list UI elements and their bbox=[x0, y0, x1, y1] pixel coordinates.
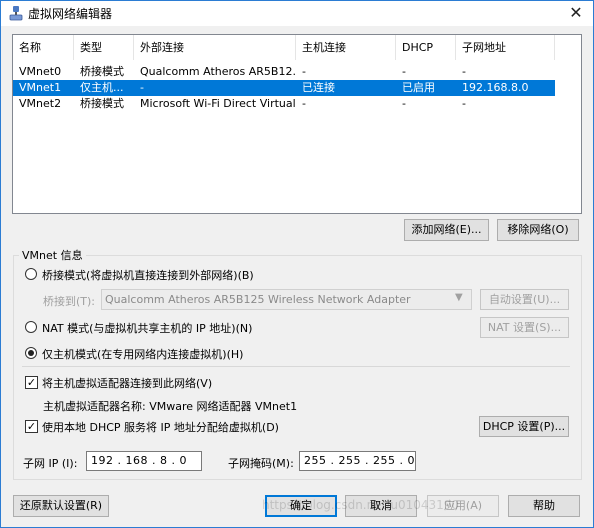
cell-host: - bbox=[302, 97, 306, 110]
use-dhcp-label[interactable]: 使用本地 DHCP 服务将 IP 地址分配给虚拟机(D) bbox=[42, 419, 279, 435]
subnet-mask-input[interactable]: 255 . 255 . 255 . 0 bbox=[299, 451, 416, 471]
subnet-ip-input[interactable]: 192 . 168 . 8 . 0 bbox=[86, 451, 202, 471]
cell-type: 桥接模式 bbox=[80, 97, 124, 110]
subnet-mask-label: 子网掩码(M): bbox=[228, 457, 294, 470]
cell-external: Microsoft Wi-Fi Direct Virtual... bbox=[140, 97, 296, 110]
cell-subnet: 192.168.8.0 bbox=[462, 81, 529, 94]
auto-settings-button[interactable]: 自动设置(U)... bbox=[480, 289, 569, 310]
bridge-to-label: 桥接到(T): bbox=[43, 295, 96, 308]
cell-dhcp: - bbox=[402, 97, 406, 110]
vmware-network-icon bbox=[9, 5, 23, 21]
subnet-ip-label: 子网 IP (I): bbox=[23, 457, 78, 470]
table-row[interactable]: VMnet2 桥接模式 Microsoft Wi-Fi Direct Virtu… bbox=[13, 96, 555, 112]
restore-defaults-button[interactable]: 还原默认设置(R) bbox=[13, 495, 109, 517]
close-icon[interactable]: ✕ bbox=[562, 2, 590, 24]
cell-host: - bbox=[302, 65, 306, 78]
column-header-type[interactable]: 类型 bbox=[74, 35, 134, 60]
cell-name: VMnet1 bbox=[19, 81, 62, 94]
cell-name: VMnet2 bbox=[19, 97, 62, 110]
remove-network-button[interactable]: 移除网络(O) bbox=[497, 219, 579, 241]
adapter-name-text: 主机虚拟适配器名称: VMware 网络适配器 VMnet1 bbox=[43, 400, 298, 413]
column-header-dhcp[interactable]: DHCP bbox=[396, 35, 456, 60]
watermark: https://blog.csdn.net/u01043190 bbox=[262, 498, 460, 512]
table-row-selected[interactable]: VMnet1 仅主机... - 已连接 已启用 192.168.8.0 bbox=[13, 80, 555, 96]
column-header-host[interactable]: 主机连接 bbox=[296, 35, 396, 60]
chevron-down-icon: ▼ bbox=[455, 292, 463, 303]
bridged-mode-label[interactable]: 桥接模式(将虚拟机直接连接到外部网络)(B) bbox=[42, 267, 254, 283]
cell-external: - bbox=[140, 81, 144, 94]
nat-mode-label[interactable]: NAT 模式(与虚拟机共享主机的 IP 地址)(N) bbox=[42, 320, 252, 336]
network-list[interactable]: 名称 类型 外部连接 主机连接 DHCP 子网地址 VMnet0 桥接模式 Qu… bbox=[12, 34, 582, 214]
dhcp-settings-button[interactable]: DHCP 设置(P)... bbox=[479, 416, 569, 437]
connect-adapter-checkbox[interactable]: ✓ bbox=[25, 376, 38, 389]
column-header-external[interactable]: 外部连接 bbox=[134, 35, 296, 60]
window-title: 虚拟网络编辑器 bbox=[28, 7, 113, 21]
cell-type: 桥接模式 bbox=[80, 65, 124, 78]
cell-external: Qualcomm Atheros AR5B12... bbox=[140, 65, 296, 78]
connect-adapter-label[interactable]: 将主机虚拟适配器连接到此网络(V) bbox=[42, 375, 212, 391]
host-only-radio[interactable] bbox=[25, 347, 37, 359]
cell-subnet: - bbox=[462, 97, 466, 110]
cell-dhcp: - bbox=[402, 65, 406, 78]
add-network-button[interactable]: 添加网络(E)... bbox=[404, 219, 489, 241]
vmnet-info-legend: VMnet 信息 bbox=[19, 247, 86, 263]
cell-name: VMnet0 bbox=[19, 65, 62, 78]
help-button[interactable]: 帮助 bbox=[508, 495, 580, 517]
nat-mode-radio[interactable] bbox=[25, 321, 37, 333]
cell-host: 已连接 bbox=[302, 81, 335, 94]
cell-type: 仅主机... bbox=[80, 81, 124, 94]
column-header-subnet[interactable]: 子网地址 bbox=[456, 35, 555, 60]
bridge-to-select[interactable]: Qualcomm Atheros AR5B125 Wireless Networ… bbox=[101, 289, 472, 310]
cell-dhcp: 已启用 bbox=[402, 81, 435, 94]
nat-settings-button[interactable]: NAT 设置(S)... bbox=[480, 317, 569, 338]
bridged-mode-radio[interactable] bbox=[25, 268, 37, 280]
cell-subnet: - bbox=[462, 65, 466, 78]
column-header-name[interactable]: 名称 bbox=[13, 35, 74, 60]
table-row[interactable]: VMnet0 桥接模式 Qualcomm Atheros AR5B12... -… bbox=[13, 64, 555, 80]
host-only-label[interactable]: 仅主机模式(在专用网络内连接虚拟机)(H) bbox=[42, 346, 243, 362]
use-dhcp-checkbox[interactable]: ✓ bbox=[25, 420, 38, 433]
divider bbox=[22, 366, 570, 367]
